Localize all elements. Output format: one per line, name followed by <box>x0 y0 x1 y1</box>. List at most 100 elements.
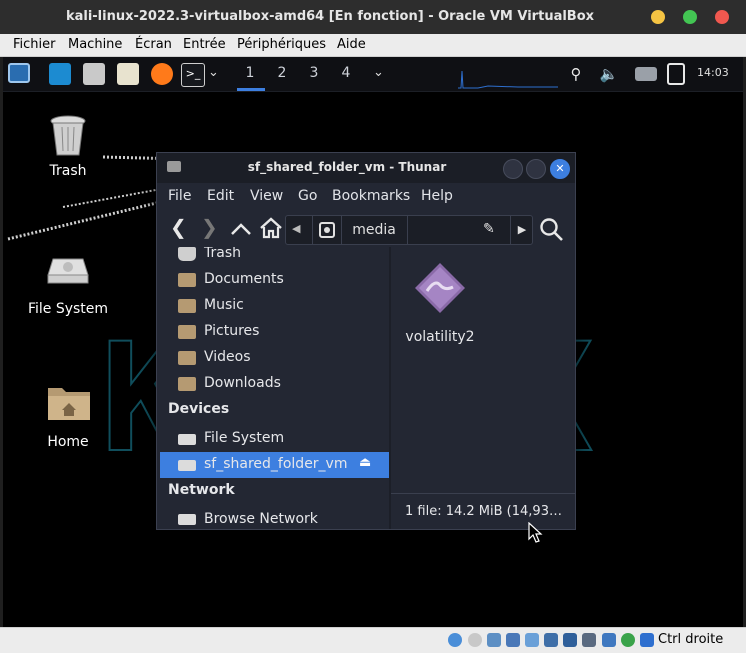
forward-icon[interactable]: ❯ <box>201 215 218 239</box>
menu-help[interactable]: Help <box>421 188 453 204</box>
network-status-icon[interactable]: ⚲ <box>565 63 587 85</box>
desktop-icon-file-system[interactable]: File System <box>18 253 118 323</box>
close-button[interactable]: ✕ <box>550 159 570 179</box>
sidebar-item-videos[interactable]: Videos <box>157 345 389 371</box>
eject-icon[interactable]: ⏏ <box>359 455 371 470</box>
search-icon[interactable] <box>539 217 565 247</box>
back-icon[interactable]: ❮ <box>170 215 187 239</box>
desktop-icon-label: Trash <box>49 163 87 179</box>
chevron-down-icon[interactable]: ⌄ <box>208 65 219 80</box>
thunar-sidebar: Trash Documents Music Pictures Videos Do… <box>157 247 389 529</box>
path-segment-media[interactable]: media <box>341 216 408 244</box>
trash-icon <box>178 247 196 261</box>
menu-aide[interactable]: Aide <box>337 37 366 52</box>
cpu-graph-icon <box>458 67 558 89</box>
sidebar-item-trash[interactable]: Trash <box>157 247 389 267</box>
menu-view[interactable]: View <box>250 188 283 204</box>
sidebar-item-documents[interactable]: Documents <box>157 267 389 293</box>
sidebar-item-downloads[interactable]: Downloads <box>157 371 389 397</box>
minimize-button[interactable] <box>651 10 665 24</box>
file-item-volatility2[interactable]: volatility2 <box>397 259 483 345</box>
menu-peripheriques[interactable]: Périphériques <box>237 37 326 52</box>
edit-path-pencil-icon[interactable]: ✎ <box>483 221 495 237</box>
path-root-button[interactable] <box>312 216 342 244</box>
sidebar-item-label: Downloads <box>204 375 281 391</box>
guest-additions-icon[interactable] <box>621 633 635 647</box>
desktop-icon-label: File System <box>27 301 109 317</box>
notifications-icon[interactable] <box>635 67 657 81</box>
sidebar-item-sf-shared-folder-vm[interactable]: sf_shared_folder_vm ⏏ <box>160 452 389 478</box>
optical-drive-icon[interactable] <box>448 633 462 647</box>
panel-clock[interactable]: 14:03 <box>697 66 729 79</box>
volume-icon[interactable]: 🔈 <box>598 63 620 85</box>
desktop-icon-trash[interactable]: Trash <box>18 115 118 185</box>
show-desktop-icon[interactable] <box>8 63 30 83</box>
menu-machine[interactable]: Machine <box>68 37 122 52</box>
drive-icon <box>319 222 335 238</box>
guest-screen: >_ ⌄ 1 2 3 4 ⌄ ⚲ 🔈 14:03 K X Trash <box>3 57 743 627</box>
mouse-integration-icon[interactable] <box>640 633 654 647</box>
workspace-2[interactable]: 2 <box>267 57 297 91</box>
desktop-icon-home[interactable]: Home <box>18 380 118 450</box>
trash-icon <box>50 115 86 156</box>
sidebar-item-label: Videos <box>204 349 251 365</box>
window-title: kali-linux-2022.3-virtualbox-amd64 [En f… <box>65 9 595 24</box>
sidebar-item-label: Trash <box>204 247 241 261</box>
files-icon[interactable] <box>83 63 105 85</box>
up-icon[interactable] <box>229 217 253 243</box>
file-name: volatility2 <box>405 329 475 345</box>
menu-go[interactable]: Go <box>298 188 317 204</box>
sidebar-item-label: File System <box>204 430 285 446</box>
sidebar-item-label: Music <box>204 297 244 313</box>
power-icon[interactable] <box>667 63 685 85</box>
workspace-label: 1 <box>245 65 255 81</box>
menu-fichier[interactable]: Fichier <box>13 37 56 52</box>
menu-edit[interactable]: Edit <box>207 188 234 204</box>
workspace-label: 4 <box>341 65 351 81</box>
window-icon[interactable] <box>49 63 71 85</box>
workspace-3[interactable]: 3 <box>299 57 329 91</box>
minimize-button[interactable] <box>503 159 523 179</box>
cpu-icon[interactable] <box>602 633 616 647</box>
menu-file[interactable]: File <box>168 188 191 204</box>
menu-ecran[interactable]: Écran <box>135 37 172 52</box>
menu-entree[interactable]: Entrée <box>183 37 226 52</box>
chevron-down-icon[interactable]: ⌄ <box>373 65 384 80</box>
status-text: 1 file: 14.2 MiB (14,93… <box>405 504 562 519</box>
workspace-4[interactable]: 4 <box>331 57 361 91</box>
terminal-icon[interactable]: >_ <box>181 63 205 87</box>
home-folder-icon <box>48 388 90 420</box>
shared-folders-icon[interactable] <box>525 633 539 647</box>
menu-bookmarks[interactable]: Bookmarks <box>332 188 410 204</box>
sidebar-item-file-system[interactable]: File System <box>157 426 389 452</box>
text-editor-icon[interactable] <box>117 63 139 85</box>
sidebar-item-pictures[interactable]: Pictures <box>157 319 389 345</box>
top-panel: >_ ⌄ 1 2 3 4 ⌄ ⚲ 🔈 14:03 <box>3 57 743 92</box>
maximize-button[interactable] <box>683 10 697 24</box>
host-titlebar: kali-linux-2022.3-virtualbox-amd64 [En f… <box>0 0 746 34</box>
firefox-icon[interactable] <box>151 63 173 85</box>
executable-icon <box>415 263 465 313</box>
home-icon[interactable] <box>258 216 284 244</box>
workspace-label: 2 <box>277 65 287 81</box>
host-key-label: Ctrl droite <box>658 632 724 647</box>
close-button[interactable] <box>715 10 729 24</box>
path-bar: ◀ media ✎ ▶ <box>285 215 533 245</box>
audio-icon[interactable] <box>468 633 482 647</box>
sidebar-item-music[interactable]: Music <box>157 293 389 319</box>
video-capture-icon[interactable] <box>563 633 577 647</box>
file-view: volatility2 1 file: 14.2 MiB (14,93… <box>391 247 575 529</box>
recording-icon[interactable] <box>582 633 596 647</box>
path-left-arrow-icon[interactable]: ◀ <box>292 222 300 235</box>
display-icon[interactable] <box>544 633 558 647</box>
maximize-button[interactable] <box>526 159 546 179</box>
network-adapter-icon[interactable] <box>487 633 501 647</box>
workspace-1[interactable]: 1 <box>235 57 265 91</box>
path-right-arrow-icon[interactable]: ▶ <box>510 216 533 244</box>
sidebar-item-browse-network[interactable]: Browse Network <box>157 507 389 529</box>
drive-icon <box>178 434 196 445</box>
usb-icon[interactable] <box>506 633 520 647</box>
thunar-titlebar[interactable]: sf_shared_folder_vm - Thunar ✕ <box>157 153 575 183</box>
folder-downloads-icon <box>178 377 196 391</box>
folder-documents-icon <box>178 273 196 287</box>
